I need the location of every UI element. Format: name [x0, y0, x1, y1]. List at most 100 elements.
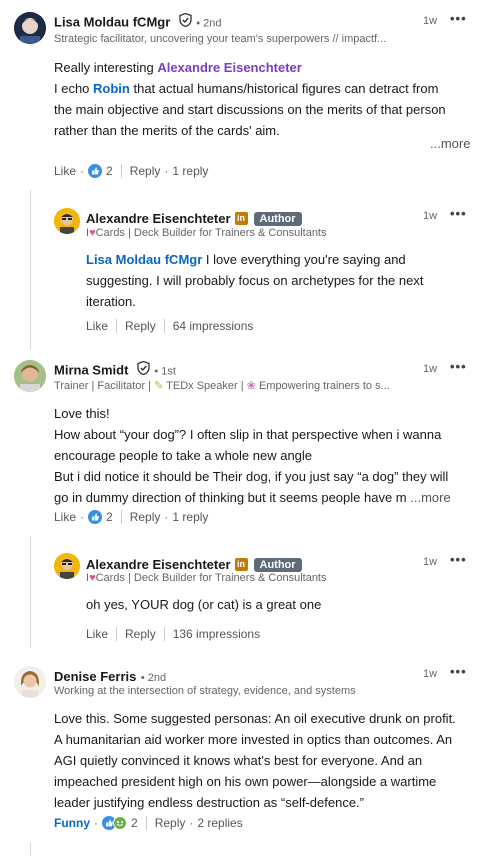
comment-body: Love this. Some suggested personas: An o…: [54, 708, 494, 813]
comment-actions: Funny · 2 Reply · 2 replies: [54, 816, 243, 830]
comment-text: impeached president high on his own powe…: [54, 774, 437, 789]
separator-dot: ·: [189, 816, 194, 830]
impressions-count[interactable]: 64 impressions: [173, 319, 254, 333]
commenter-headline: I♥Cards | Deck Builder for Trainers & Co…: [86, 227, 327, 239]
comment-text: A humanitarian aid worker more invested …: [54, 732, 453, 747]
reaction-count[interactable]: 2: [106, 164, 113, 178]
more-options-icon[interactable]: •••: [450, 206, 467, 221]
comment-actions: Like Reply 64 impressions: [86, 319, 253, 333]
reply-header: Alexandre Eisenchteter in Author: [86, 210, 302, 228]
mention-link[interactable]: Robin: [93, 81, 130, 96]
mention-link[interactable]: Alexandre Eisenchteter: [157, 60, 302, 75]
verified-shield-icon: [137, 360, 150, 380]
separator-dot: ·: [164, 510, 169, 524]
comment-actions: Like · 2 Reply · 1 reply: [54, 510, 208, 524]
like-reaction-icon[interactable]: [88, 510, 103, 524]
more-options-icon[interactable]: •••: [450, 664, 467, 679]
see-more-link[interactable]: ...more: [410, 490, 450, 505]
replies-link[interactable]: 1 reply: [172, 164, 208, 178]
commenter-headline: Strategic facilitator, uncovering your t…: [54, 33, 387, 45]
separator-dot: ·: [94, 816, 98, 830]
funny-reaction-button[interactable]: Funny: [54, 816, 90, 830]
connection-degree: • 1st: [154, 365, 176, 378]
avatar[interactable]: [54, 553, 80, 579]
linkedin-premium-icon: in: [234, 212, 248, 226]
comment-text: I echo: [54, 81, 94, 96]
separator-dot: ·: [80, 510, 85, 524]
connection-degree: • 2nd: [196, 17, 222, 30]
comment-text: encourage people to take a whole new ang…: [54, 448, 313, 463]
comment-body: Really interesting Alexandre Eisenchtete…: [54, 57, 484, 141]
brain-icon: ❀: [246, 380, 256, 392]
commenter-headline: I♥Cards | Deck Builder for Trainers & Co…: [86, 572, 327, 584]
comment-text: Love this!: [54, 406, 110, 421]
comment-text: AGI quietly convinced it knows what's be…: [54, 753, 423, 768]
comment-text: oh yes, YOUR dog (or cat) is a great one: [86, 597, 322, 612]
commenter-headline: Trainer | Facilitator | ✎ TEDx Speaker |…: [54, 380, 390, 392]
like-button[interactable]: Like: [54, 510, 76, 524]
see-more-link[interactable]: ...more: [430, 136, 470, 151]
comment-body: Love this! How about “your dog”? I often…: [54, 403, 484, 508]
commenter-name[interactable]: Alexandre Eisenchteter: [86, 557, 231, 572]
divider: [116, 627, 118, 641]
comment-time: 1w: [423, 556, 438, 568]
comment-body: oh yes, YOUR dog (or cat) is a great one: [86, 594, 476, 615]
comment-text: I love everything you're saying and: [202, 252, 406, 267]
reply-button[interactable]: Reply: [125, 319, 156, 333]
more-options-icon[interactable]: •••: [450, 11, 467, 26]
mention-link[interactable]: Lisa Moldau fCMgr: [86, 252, 202, 267]
comment-text: How about “your dog”? I often slip in th…: [54, 427, 442, 442]
reply-button[interactable]: Reply: [125, 627, 156, 641]
comment-text: the main objective and start discussions…: [54, 102, 446, 117]
more-options-icon[interactable]: •••: [450, 359, 467, 374]
linkedin-premium-icon: in: [234, 558, 248, 572]
commenter-header: Mirna Smidt • 1st: [54, 360, 176, 380]
author-badge: Author: [253, 211, 302, 226]
thread-line: [30, 190, 31, 350]
reply-button[interactable]: Reply: [155, 816, 186, 830]
avatar[interactable]: [14, 12, 46, 44]
commenter-name[interactable]: Alexandre Eisenchteter: [86, 211, 231, 226]
avatar[interactable]: [14, 666, 46, 698]
separator-dot: ·: [164, 164, 169, 178]
like-button[interactable]: Like: [54, 164, 76, 178]
impressions-count[interactable]: 136 impressions: [173, 627, 260, 641]
comment-text: Love this. Some suggested personas: An o…: [54, 711, 456, 726]
comment-time: 1w: [423, 668, 438, 680]
like-button[interactable]: Like: [86, 319, 108, 333]
comment-time: 1w: [423, 210, 438, 222]
replies-link[interactable]: 1 reply: [172, 510, 208, 524]
comment-actions: Like Reply 136 impressions: [86, 627, 260, 641]
avatar[interactable]: [14, 360, 46, 392]
comment-text: Really interesting: [54, 60, 158, 75]
divider: [116, 319, 118, 333]
commenter-name[interactable]: Mirna Smidt: [54, 363, 128, 378]
divider: [163, 319, 165, 333]
reaction-count[interactable]: 2: [131, 816, 138, 830]
comment-text: But i did notice it should be Their dog,…: [54, 469, 449, 484]
verified-shield-icon: [179, 12, 192, 32]
avatar[interactable]: [54, 208, 80, 234]
commenter-name[interactable]: Denise Ferris: [54, 669, 136, 684]
author-badge: Author: [253, 557, 302, 572]
comment-text: rather than the merits of the cards' aim…: [54, 123, 280, 138]
comment-actions: Like · 2 Reply · 1 reply: [54, 164, 208, 178]
reply-button[interactable]: Reply: [130, 510, 161, 524]
reply-button[interactable]: Reply: [130, 164, 161, 178]
thread-line: [30, 536, 31, 648]
reaction-count[interactable]: 2: [106, 510, 113, 524]
commenter-header: Denise Ferris • 2nd: [54, 668, 166, 686]
separator-dot: ·: [80, 164, 85, 178]
comment-text: iteration.: [86, 294, 136, 309]
connection-degree: • 2nd: [140, 672, 167, 684]
like-reaction-icon[interactable]: [88, 164, 103, 178]
divider: [163, 627, 165, 641]
commenter-header: Lisa Moldau fCMgr • 2nd: [54, 12, 222, 32]
funny-reaction-icon[interactable]: [113, 816, 127, 830]
lightbulb-icon: ✎: [154, 380, 164, 392]
replies-link[interactable]: 2 replies: [197, 816, 242, 830]
divider: [120, 510, 122, 524]
more-options-icon[interactable]: •••: [450, 552, 467, 567]
like-button[interactable]: Like: [86, 627, 108, 641]
commenter-name[interactable]: Lisa Moldau fCMgr: [54, 15, 170, 30]
